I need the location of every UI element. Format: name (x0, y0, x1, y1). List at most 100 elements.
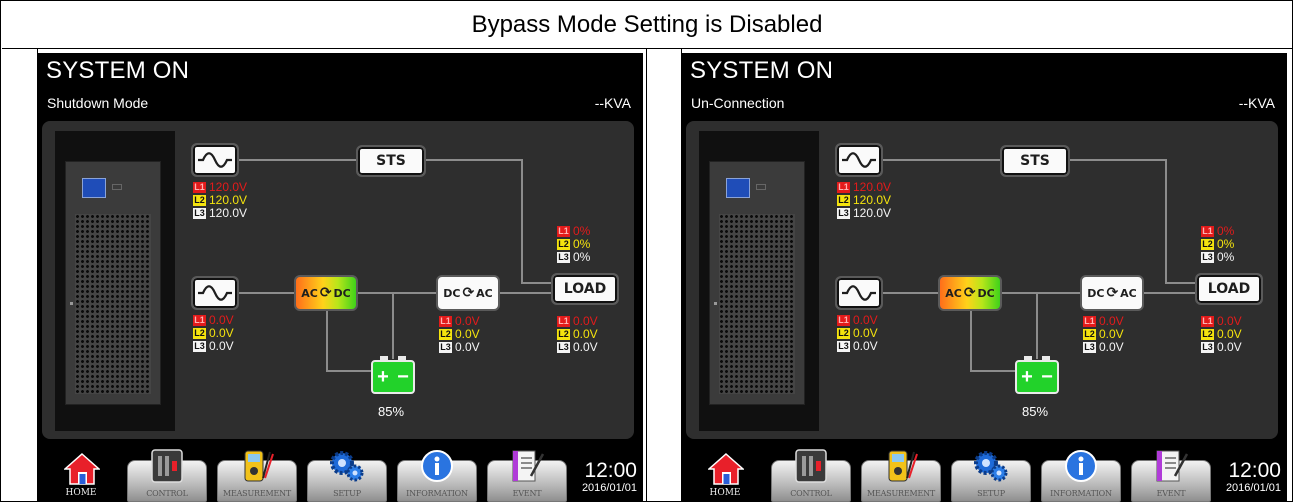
load-button[interactable]: LOAD (551, 273, 619, 305)
input-voltage-readings: L1 0.0V L2 0.0V L3 0.0V (837, 314, 878, 353)
phase-l1-tag: L1 (1201, 225, 1214, 237)
home-button[interactable]: HOME (695, 452, 755, 502)
information-button[interactable]: INFORMATION (397, 448, 477, 502)
rect-to-batt-line (326, 309, 372, 372)
gears-icon (330, 451, 364, 482)
event-button[interactable]: EVENT (487, 448, 567, 502)
bypass-l3-voltage: 120.0V (853, 206, 892, 220)
rectifier-button[interactable]: AC ⟳ DC (294, 275, 358, 311)
sts-label: STS (1020, 153, 1050, 169)
phase-l3-tag: L3 (1201, 341, 1214, 353)
conversion-arrows-icon: ⟳ (319, 285, 332, 301)
home-label: HOME (709, 488, 741, 498)
clock-time: 12:00 (584, 459, 637, 482)
load-l1-percent: 0% (1217, 224, 1235, 238)
ups-screen-right: SYSTEM ON Un-Connection --KVA L1 120.0V … (681, 53, 1287, 502)
battery-minus-icon: − (1041, 365, 1053, 388)
load-button[interactable]: LOAD (1195, 273, 1263, 305)
sine-wave-icon (198, 285, 232, 301)
event-log-icon (1156, 450, 1189, 482)
sine-wave-icon (842, 152, 876, 168)
input-l2-voltage: 0.0V (853, 326, 878, 340)
setup-button[interactable]: SETUP (307, 448, 387, 502)
input-l1-voltage: 0.0V (209, 313, 234, 327)
bypass-source-button[interactable] (835, 143, 883, 177)
inverter-l1-voltage: 0.0V (455, 314, 480, 328)
load-l1-voltage: 0.0V (1217, 314, 1242, 328)
measurement-button[interactable]: MEASUREMENT (217, 448, 297, 502)
rectifier-button[interactable]: AC ⟳ DC (938, 275, 1002, 311)
kva-readout: --KVA (594, 95, 631, 111)
battery-button[interactable]: + − (371, 356, 415, 394)
sts-to-load-line (1069, 159, 1196, 284)
phase-l1-tag: L1 (557, 225, 570, 237)
load-voltage-readings: L1 0.0V L2 0.0V L3 0.0V (557, 315, 598, 354)
setup-label: SETUP (977, 489, 1005, 498)
system-status-title: SYSTEM ON (46, 57, 190, 84)
multimeter-icon (888, 450, 918, 482)
load-voltage-readings: L1 0.0V L2 0.0V L3 0.0V (1201, 315, 1242, 354)
control-button[interactable]: CONTROL (127, 448, 207, 502)
setup-button[interactable]: SETUP (951, 448, 1031, 502)
measurement-label: MEASUREMENT (222, 489, 292, 498)
bypass-l1-voltage: 120.0V (853, 180, 892, 194)
sine-wave-icon (198, 152, 232, 168)
input-l1-voltage: 0.0V (853, 313, 878, 327)
phase-l3-tag: L3 (439, 341, 452, 353)
home-icon (708, 452, 744, 485)
phase-l1-tag: L1 (193, 181, 206, 193)
main-input-source-button[interactable] (191, 276, 239, 310)
phase-l2-tag: L2 (193, 194, 206, 206)
control-button[interactable]: CONTROL (771, 448, 851, 502)
inverter-ac-label: AC (1120, 286, 1137, 300)
inverter-button[interactable]: DC ⟳ AC (1080, 275, 1144, 311)
control-label: CONTROL (146, 489, 188, 498)
home-button[interactable]: HOME (51, 452, 111, 502)
load-percent-readings: L1 0% L2 0% L3 0% (1201, 225, 1234, 264)
phase-l3-tag: L3 (837, 340, 850, 352)
input-l3-voltage: 0.0V (209, 339, 234, 353)
rectifier-ac-label: AC (945, 286, 962, 300)
main-input-source-button[interactable] (835, 276, 883, 310)
inverter-dc-label: DC (443, 286, 461, 300)
rectifier-dc-label: DC (333, 286, 351, 300)
measurement-label: MEASUREMENT (866, 489, 936, 498)
power-flow-diagram: L1 120.0V L2 120.0V L3 120.0V STS L1 0.0V L2… (42, 121, 634, 439)
inverter-l2-voltage: 0.0V (1099, 327, 1124, 341)
phase-l1-tag: L1 (557, 315, 570, 327)
rectifier-dc-label: DC (977, 286, 995, 300)
input-voltage-readings: L1 0.0V L2 0.0V L3 0.0V (193, 314, 234, 353)
battery-button[interactable]: + − (1015, 356, 1059, 394)
inverter-voltage-readings: L1 0.0V L2 0.0V L3 0.0V (439, 315, 480, 354)
phase-l2-tag: L2 (193, 327, 206, 339)
bypass-source-button[interactable] (191, 143, 239, 177)
battery-plus-icon: + (1021, 365, 1033, 388)
load-l1-percent: 0% (573, 224, 591, 238)
home-label: HOME (65, 488, 97, 498)
sts-label: STS (376, 153, 406, 169)
phase-l1-tag: L1 (439, 315, 452, 327)
measurement-button[interactable]: MEASUREMENT (861, 448, 941, 502)
inverter-l1-voltage: 0.0V (1099, 314, 1124, 328)
bypass-l1-voltage: 120.0V (209, 180, 248, 194)
phase-l3-tag: L3 (837, 207, 850, 219)
phase-l2-tag: L2 (837, 327, 850, 339)
ups-screen-left: SYSTEM ON Shutdown Mode --KVA L1 120.0V … (37, 53, 643, 502)
phase-l2-tag: L2 (557, 328, 570, 340)
sts-button[interactable]: STS (1000, 145, 1070, 177)
setup-label: SETUP (333, 489, 361, 498)
load-l3-percent: 0% (1217, 250, 1235, 264)
load-l2-voltage: 0.0V (573, 327, 598, 341)
bottom-nav-bar: HOME CONTROL MEASUREMENT SETUP INFORMATI… (681, 446, 1287, 502)
information-button[interactable]: INFORMATION (1041, 448, 1121, 502)
multimeter-icon (244, 450, 274, 482)
load-l3-voltage: 0.0V (1217, 340, 1242, 354)
inverter-button[interactable]: DC ⟳ AC (436, 275, 500, 311)
load-percent-readings: L1 0% L2 0% L3 0% (557, 225, 590, 264)
input-l3-voltage: 0.0V (853, 339, 878, 353)
event-button[interactable]: EVENT (1131, 448, 1211, 502)
sts-button[interactable]: STS (356, 145, 426, 177)
operating-mode-text: Un-Connection (691, 95, 785, 111)
battery-percent: 85% (378, 404, 405, 419)
inverter-l3-voltage: 0.0V (1099, 340, 1124, 354)
